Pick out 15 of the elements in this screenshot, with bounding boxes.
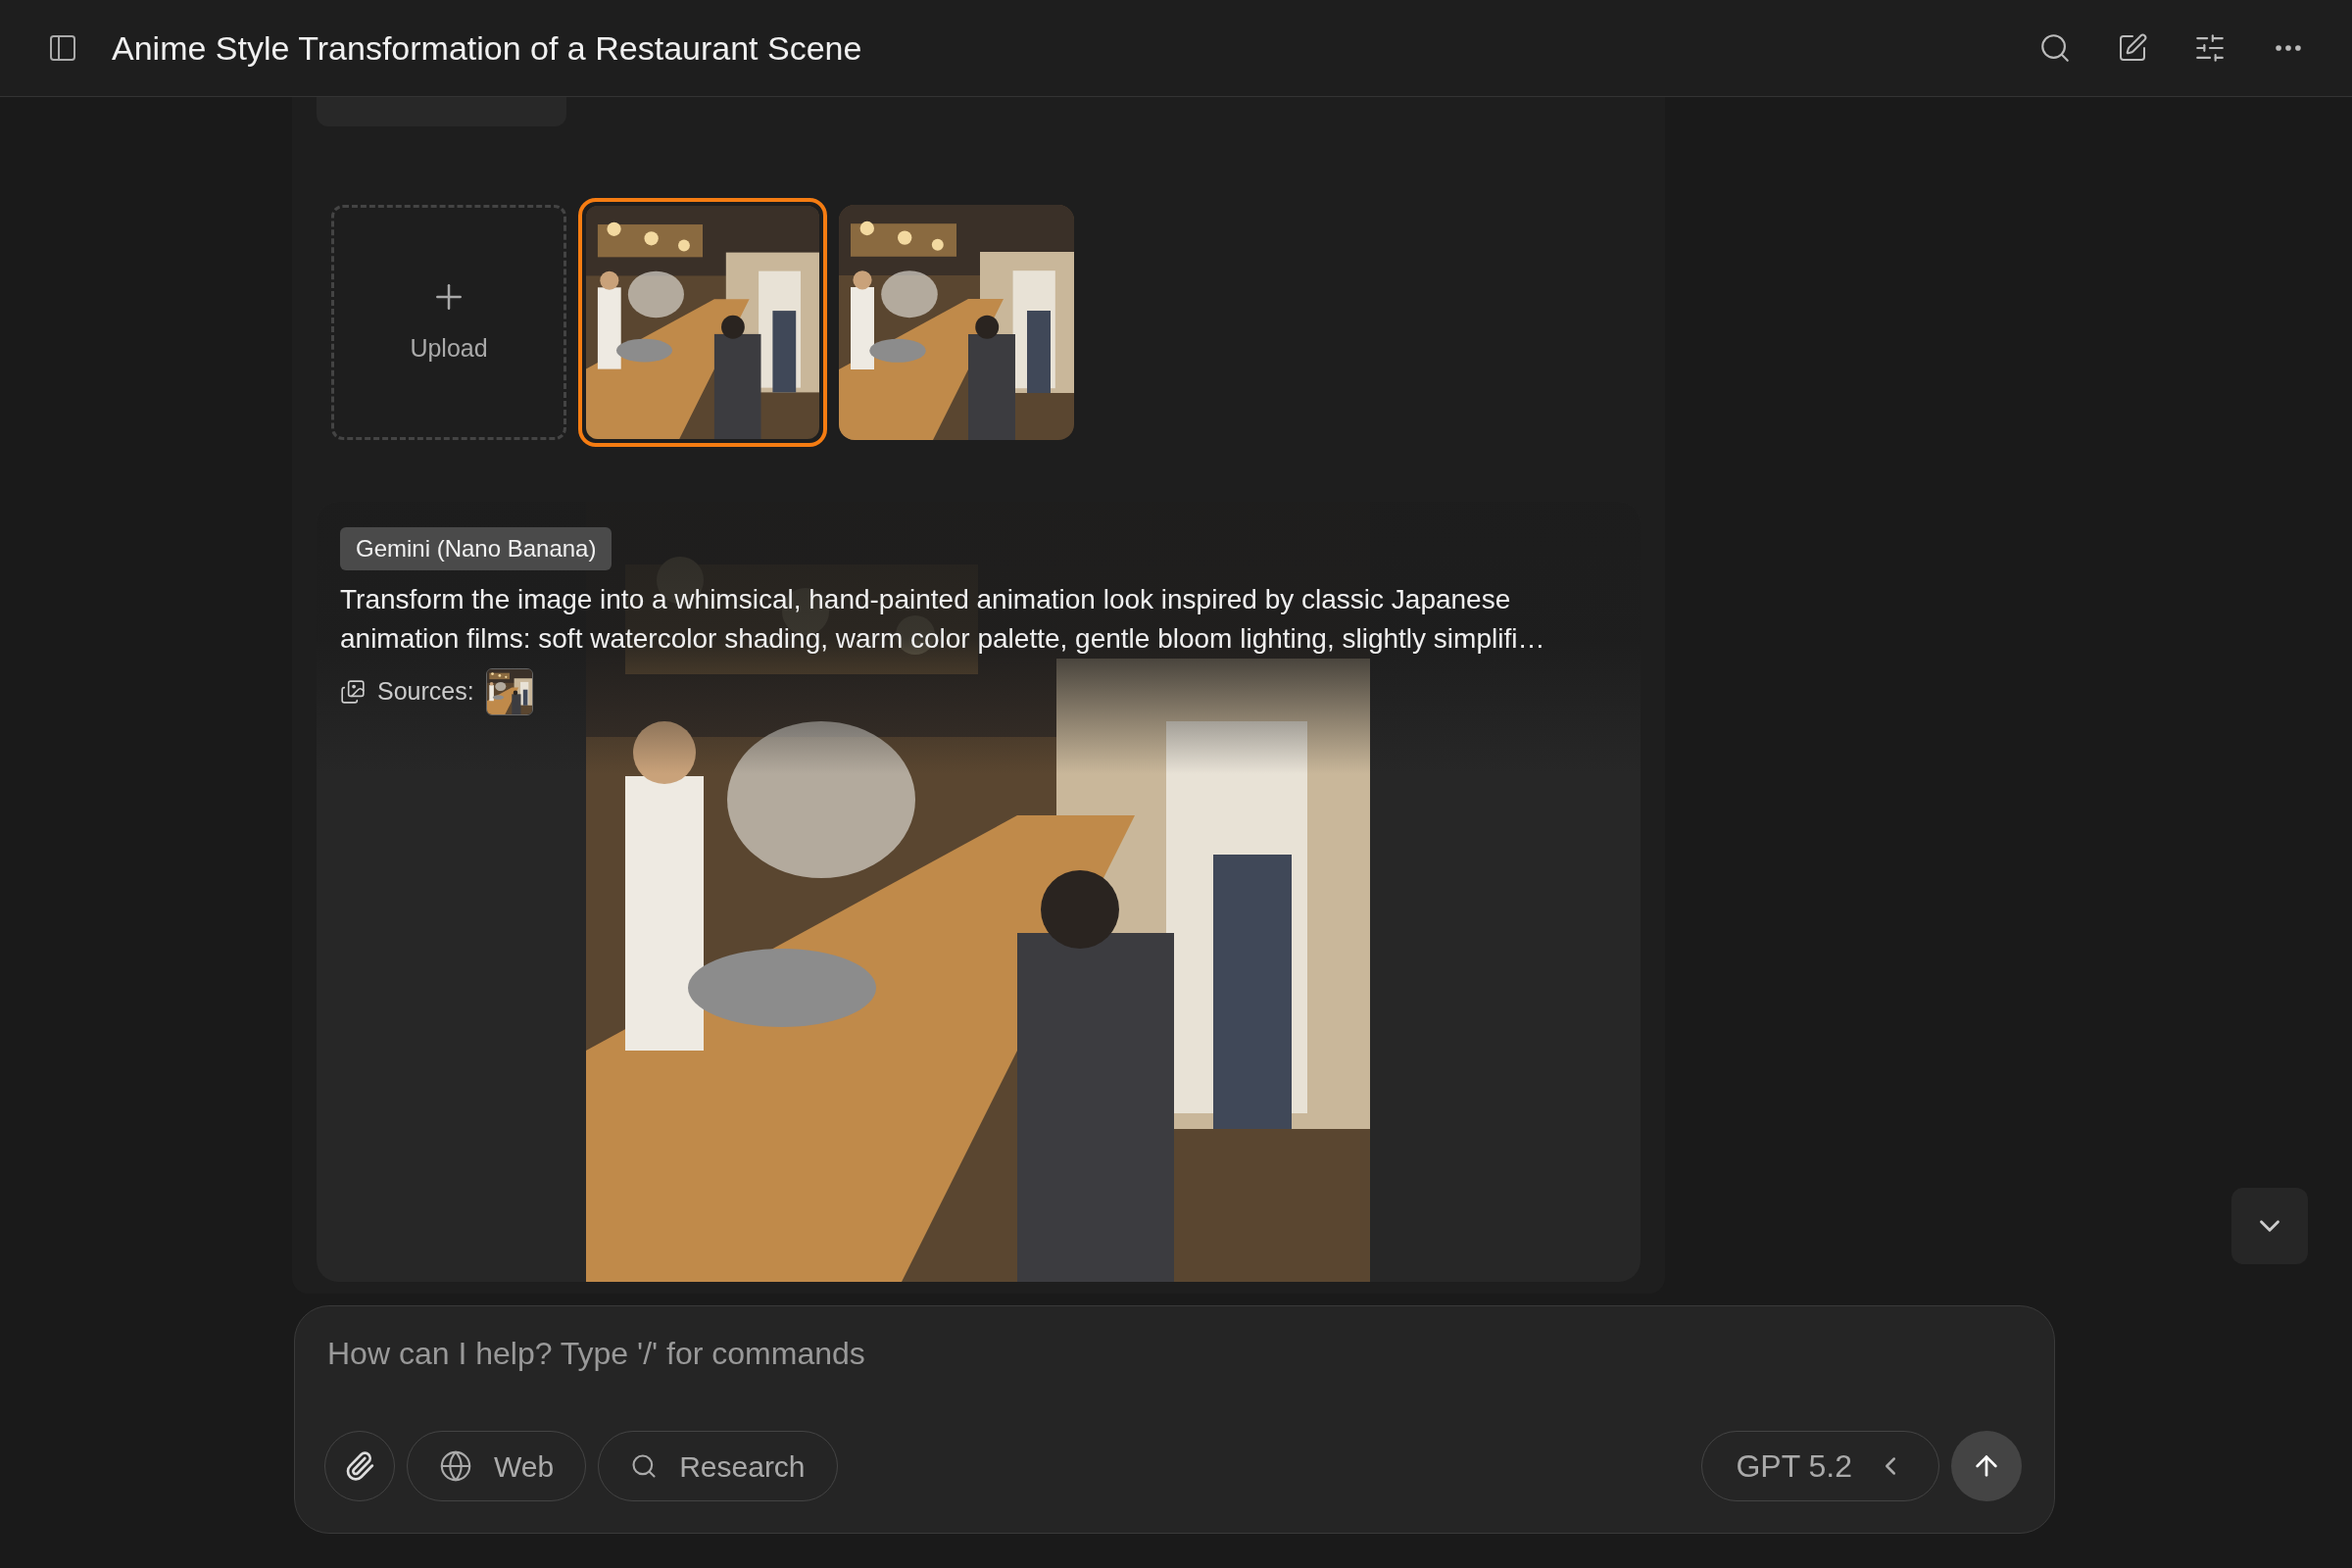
- source-thumbnail[interactable]: [485, 667, 533, 715]
- sources-label: Sources:: [377, 675, 474, 707]
- globe-icon: [439, 1449, 472, 1483]
- paperclip-icon: [344, 1450, 375, 1482]
- new-chat-icon[interactable]: [2117, 32, 2148, 64]
- window-title: Anime Style Transformation of a Restaurant Scene: [112, 27, 862, 69]
- sidebar-icon[interactable]: [47, 32, 78, 64]
- message-field[interactable]: How can I help? Type '/' for commands: [327, 1332, 2022, 1375]
- images-icon: [340, 678, 366, 705]
- search-icon[interactable]: [2038, 31, 2072, 65]
- search-icon: [630, 1452, 659, 1480]
- settings-icon[interactable]: [2193, 31, 2227, 65]
- prompt-text: Transform the image into a whimsical, hand-painted animation look inspired by classic Japanese animation films: soft watercolor shading, warm color palette, gentle bloom lighting, slightly simplifi…: [340, 582, 1546, 656]
- model-label: Gemini (Nano Banana): [340, 526, 612, 570]
- upload-box[interactable]: Upload: [331, 204, 566, 440]
